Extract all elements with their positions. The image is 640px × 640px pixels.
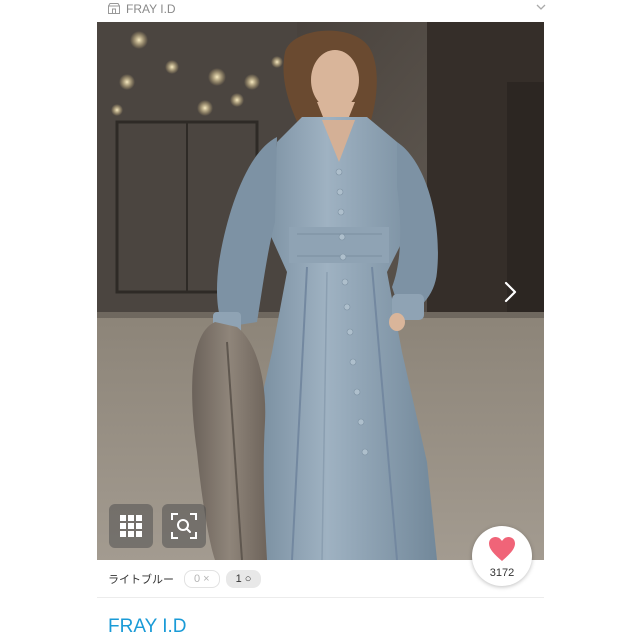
heart-icon xyxy=(489,537,515,561)
next-image-arrow[interactable] xyxy=(500,280,520,304)
zoom-button[interactable] xyxy=(162,504,206,548)
chevron-down-icon[interactable] xyxy=(536,2,546,12)
product-image xyxy=(97,22,544,560)
stock-in-badge: 1 ○ xyxy=(225,570,262,588)
brand-link[interactable]: FRAY I.D xyxy=(108,616,186,638)
shop-icon xyxy=(108,3,120,14)
grid-view-button[interactable] xyxy=(109,504,153,548)
product-photo[interactable] xyxy=(97,22,544,560)
divider xyxy=(97,597,544,598)
color-label: ライトブルー xyxy=(108,574,174,586)
shop-brand-name[interactable]: FRAY I.D xyxy=(126,2,176,16)
grid-icon xyxy=(120,515,142,537)
stock-out-badge: 0 × xyxy=(184,570,220,588)
like-button[interactable]: 3172 xyxy=(472,526,532,586)
product-page: FRAY I.D 3172 ライトブルー 0 × 1 ○ FRAY I.D xyxy=(0,0,640,640)
shop-header: FRAY I.D xyxy=(0,0,640,18)
like-count: 3172 xyxy=(489,567,515,579)
zoom-icon xyxy=(171,513,197,539)
variant-row: ライトブルー 0 × 1 ○ xyxy=(108,570,262,588)
